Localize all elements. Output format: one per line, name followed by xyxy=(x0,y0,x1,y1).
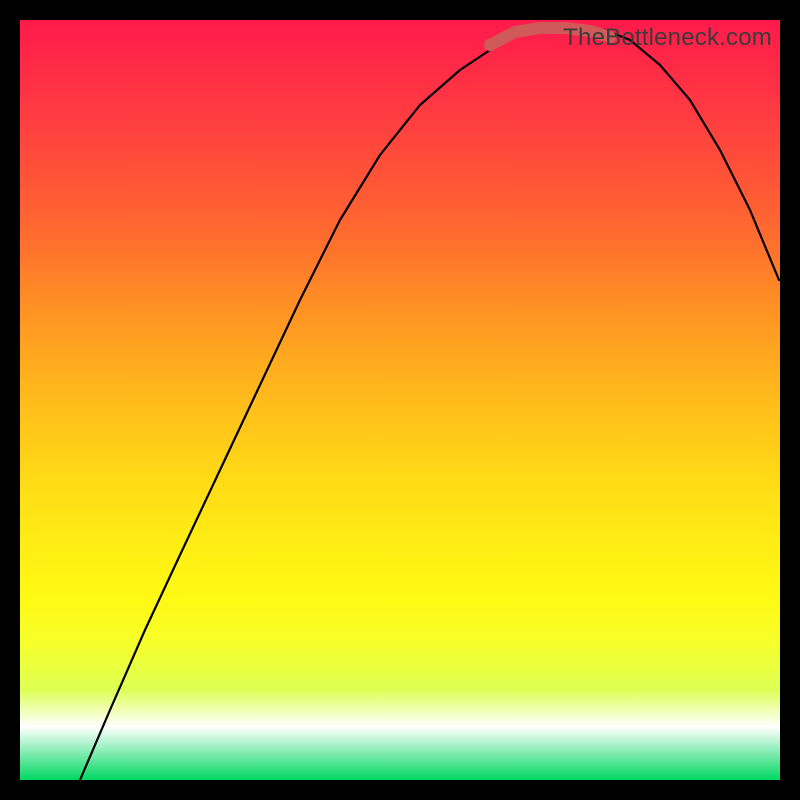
watermark-text: TheBottleneck.com xyxy=(563,24,772,52)
chart-frame: TheBottleneck.com xyxy=(20,20,780,780)
bottleneck-curve xyxy=(80,27,779,780)
chart-svg xyxy=(20,20,780,780)
